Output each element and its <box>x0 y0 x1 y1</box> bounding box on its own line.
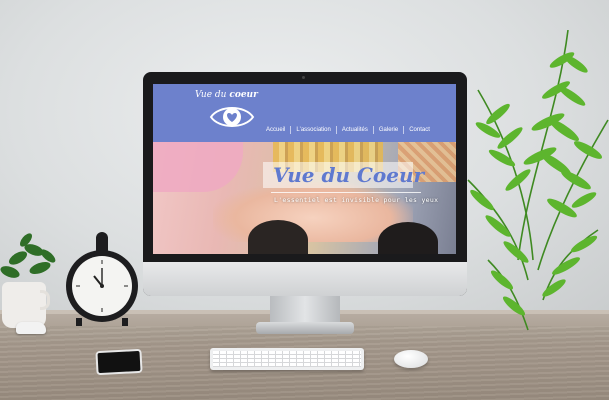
nav-item-accueil[interactable]: Accueil <box>261 126 290 134</box>
hero-photo-detail <box>248 220 308 254</box>
keyboard-keys <box>213 351 361 367</box>
clock-leg <box>122 318 128 326</box>
logo-text-accent: coeur <box>229 90 258 100</box>
fern-plant <box>467 30 609 331</box>
smartphone <box>95 348 143 376</box>
toy-car <box>16 322 46 334</box>
nav-item-actualites[interactable]: Actualités <box>335 126 373 134</box>
nav-item-galerie[interactable]: Galerie <box>372 126 403 134</box>
eye-heart-logo-icon[interactable] <box>209 103 255 131</box>
site-header: Vue du coeur Accueil L'association Actua… <box>153 84 456 142</box>
main-nav: Accueil L'association Actualités Galerie… <box>261 126 435 134</box>
clock-leg <box>76 318 82 326</box>
hero-photo-detail <box>378 222 438 254</box>
site-logo[interactable]: Vue du coeur <box>195 90 258 100</box>
nav-item-association[interactable]: L'association <box>290 126 336 134</box>
clock-top <box>96 232 108 252</box>
camera-icon <box>302 76 305 79</box>
small-plant-leaves <box>0 233 56 278</box>
keyboard <box>210 348 364 370</box>
monitor-chin <box>143 262 467 296</box>
monitor-stand-base <box>256 322 354 334</box>
website-screen: Vue du coeur Accueil L'association Actua… <box>153 84 456 254</box>
hero-divider <box>271 192 421 193</box>
mouse <box>394 350 428 368</box>
nav-item-contact[interactable]: Contact <box>403 126 435 134</box>
logo-text-plain: Vue du <box>195 90 227 100</box>
hero-subtitle: L'essentiel est invisible pour les yeux <box>274 196 439 204</box>
clock-hands-icon <box>76 260 128 312</box>
hero-title: Vue du Coeur <box>273 163 425 187</box>
